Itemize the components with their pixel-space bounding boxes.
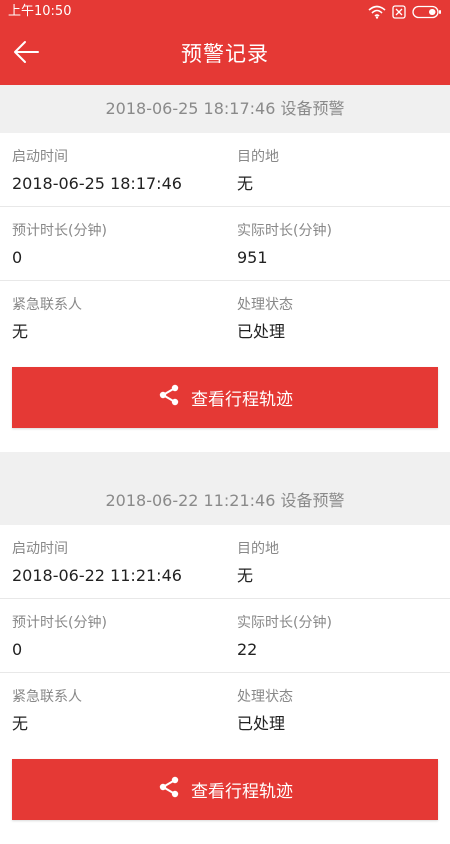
actual-duration-value: 951 <box>237 248 268 267</box>
actual-duration-value: 22 <box>237 640 258 659</box>
battery-icon <box>412 5 442 19</box>
emergency-contact-label: 紧急联系人 <box>12 297 82 313</box>
wifi-icon <box>368 5 386 19</box>
status-value: 已处理 <box>237 714 286 733</box>
estimated-duration-value: 0 <box>12 248 23 267</box>
emergency-contact-field: 紧急联系人 无 <box>0 281 225 355</box>
view-track-label: 查看行程轨迹 <box>191 390 293 410</box>
record-header: 2018-06-22 11:21:46 设备预警 <box>0 477 450 525</box>
destination-label: 目的地 <box>237 541 279 557</box>
status-field: 处理状态 已处理 <box>225 673 450 747</box>
start-time-field: 启动时间 2018-06-25 18:17:46 <box>0 133 225 206</box>
share-icon <box>157 383 181 412</box>
actual-duration-field: 实际时长(分钟) 951 <box>225 207 450 280</box>
nav-bar: 预警记录 <box>0 24 450 85</box>
destination-field: 目的地 无 <box>225 133 450 206</box>
record-header: 2018-06-25 18:17:46 设备预警 <box>0 85 450 133</box>
record-divider <box>0 452 450 477</box>
record-list: 2018-06-25 18:17:46 设备预警 启动时间 2018-06-25… <box>0 85 450 844</box>
actual-duration-field: 实际时长(分钟) 22 <box>225 599 450 672</box>
start-time-value: 2018-06-22 11:21:46 <box>12 566 182 585</box>
view-track-button[interactable]: 查看行程轨迹 <box>12 367 438 428</box>
status-field: 处理状态 已处理 <box>225 281 450 355</box>
emergency-contact-value: 无 <box>12 714 29 733</box>
view-track-button[interactable]: 查看行程轨迹 <box>12 759 438 820</box>
start-time-label: 启动时间 <box>12 541 68 557</box>
destination-value: 无 <box>237 174 254 193</box>
actual-duration-label: 实际时长(分钟) <box>237 223 332 239</box>
start-time-value: 2018-06-25 18:17:46 <box>12 174 182 193</box>
emergency-contact-value: 无 <box>12 322 29 341</box>
field-row: 启动时间 2018-06-22 11:21:46 目的地 无 <box>0 525 450 599</box>
status-label: 处理状态 <box>237 297 293 313</box>
no-sim-icon <box>392 5 406 19</box>
status-time: 上午10:50 <box>8 4 72 19</box>
field-row: 紧急联系人 无 处理状态 已处理 <box>0 281 450 355</box>
field-row: 预计时长(分钟) 0 实际时长(分钟) 951 <box>0 207 450 281</box>
estimated-duration-value: 0 <box>12 640 23 659</box>
warning-record: 2018-06-22 11:21:46 设备预警 启动时间 2018-06-22… <box>0 477 450 844</box>
actual-duration-label: 实际时长(分钟) <box>237 615 332 631</box>
record-body: 启动时间 2018-06-22 11:21:46 目的地 无 预计时长(分钟) … <box>0 525 450 844</box>
status-icons <box>368 0 442 24</box>
page-title: 预警记录 <box>181 42 269 66</box>
status-label: 处理状态 <box>237 689 293 705</box>
destination-value: 无 <box>237 566 254 585</box>
estimated-duration-label: 预计时长(分钟) <box>12 615 107 631</box>
estimated-duration-field: 预计时长(分钟) 0 <box>0 599 225 672</box>
destination-label: 目的地 <box>237 149 279 165</box>
field-row: 预计时长(分钟) 0 实际时长(分钟) 22 <box>0 599 450 673</box>
warning-record: 2018-06-25 18:17:46 设备预警 启动时间 2018-06-25… <box>0 85 450 452</box>
start-time-label: 启动时间 <box>12 149 68 165</box>
emergency-contact-field: 紧急联系人 无 <box>0 673 225 747</box>
view-track-label: 查看行程轨迹 <box>191 782 293 802</box>
field-row: 紧急联系人 无 处理状态 已处理 <box>0 673 450 747</box>
status-bar: 上午10:50 <box>0 0 450 24</box>
start-time-field: 启动时间 2018-06-22 11:21:46 <box>0 525 225 598</box>
status-value: 已处理 <box>237 322 286 341</box>
field-row: 启动时间 2018-06-25 18:17:46 目的地 无 <box>0 133 450 207</box>
record-body: 启动时间 2018-06-25 18:17:46 目的地 无 预计时长(分钟) … <box>0 133 450 452</box>
estimated-duration-field: 预计时长(分钟) 0 <box>0 207 225 280</box>
estimated-duration-label: 预计时长(分钟) <box>12 223 107 239</box>
destination-field: 目的地 无 <box>225 525 450 598</box>
emergency-contact-label: 紧急联系人 <box>12 689 82 705</box>
